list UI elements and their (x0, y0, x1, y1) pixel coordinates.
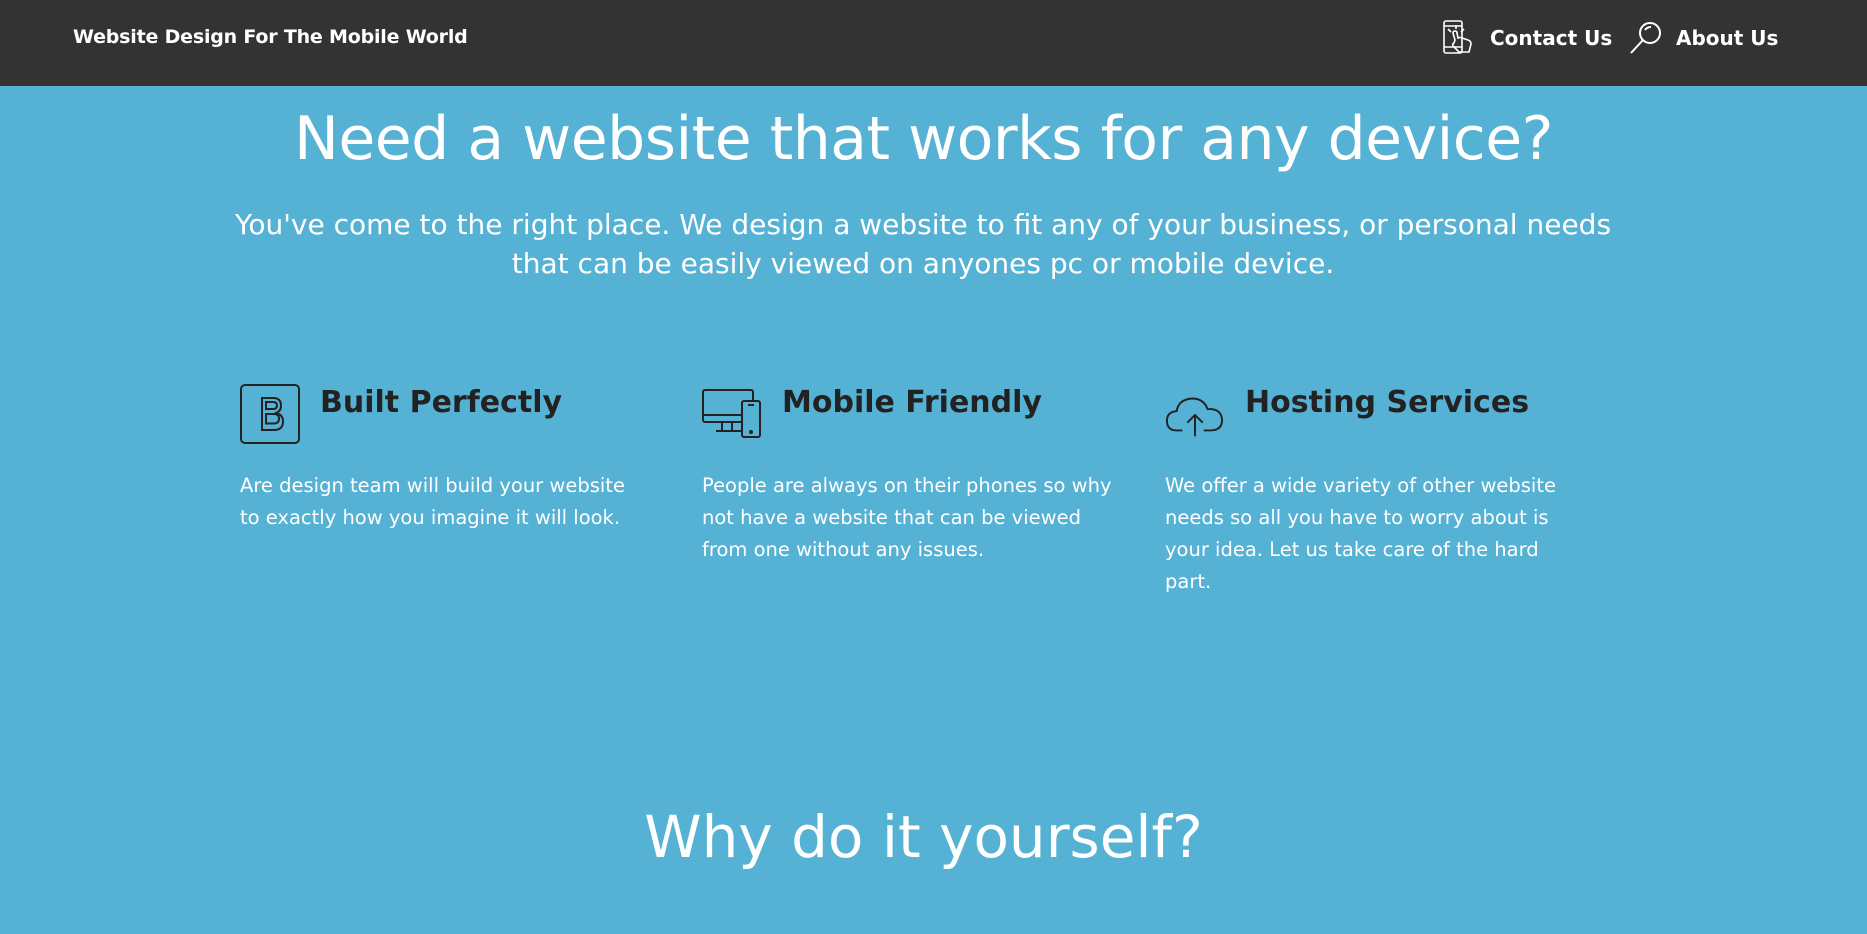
feature-built-perfectly: Built Perfectly Are design team will bui… (240, 382, 660, 534)
nav-about-label: About Us (1676, 26, 1779, 50)
hero-subtitle: You've come to the right place. We desig… (234, 208, 1612, 280)
feature-title: Hosting Services (1245, 385, 1530, 420)
bootstrap-b-icon (240, 384, 300, 444)
feature-description: People are always on their phones so why… (702, 474, 1112, 561)
hero-title: Need a website that works for any device… (293, 104, 1554, 174)
top-navbar: Website Design For The Mobile World Cont… (0, 0, 1867, 86)
devices-icon (702, 384, 762, 444)
feature-title: Mobile Friendly (782, 385, 1042, 420)
feature-description: We offer a wide variety of other website… (1165, 474, 1556, 593)
feature-mobile-friendly: Mobile Friendly People are always on the… (702, 382, 1122, 566)
nav-contact-us[interactable]: Contact Us (1440, 20, 1612, 56)
phone-touch-icon (1440, 20, 1480, 56)
magnifier-icon (1626, 20, 1666, 56)
feature-hosting-services: Hosting Services We offer a wide variety… (1165, 382, 1585, 598)
nav-about-us[interactable]: About Us (1626, 20, 1778, 56)
nav-contact-label: Contact Us (1490, 26, 1613, 50)
feature-description: Are design team will build your website … (240, 474, 625, 529)
feature-title: Built Perfectly (320, 385, 563, 420)
cloud-upload-icon (1165, 384, 1225, 444)
section-title: Why do it yourself? (644, 803, 1203, 871)
brand-link[interactable]: Website Design For The Mobile World (73, 26, 468, 48)
